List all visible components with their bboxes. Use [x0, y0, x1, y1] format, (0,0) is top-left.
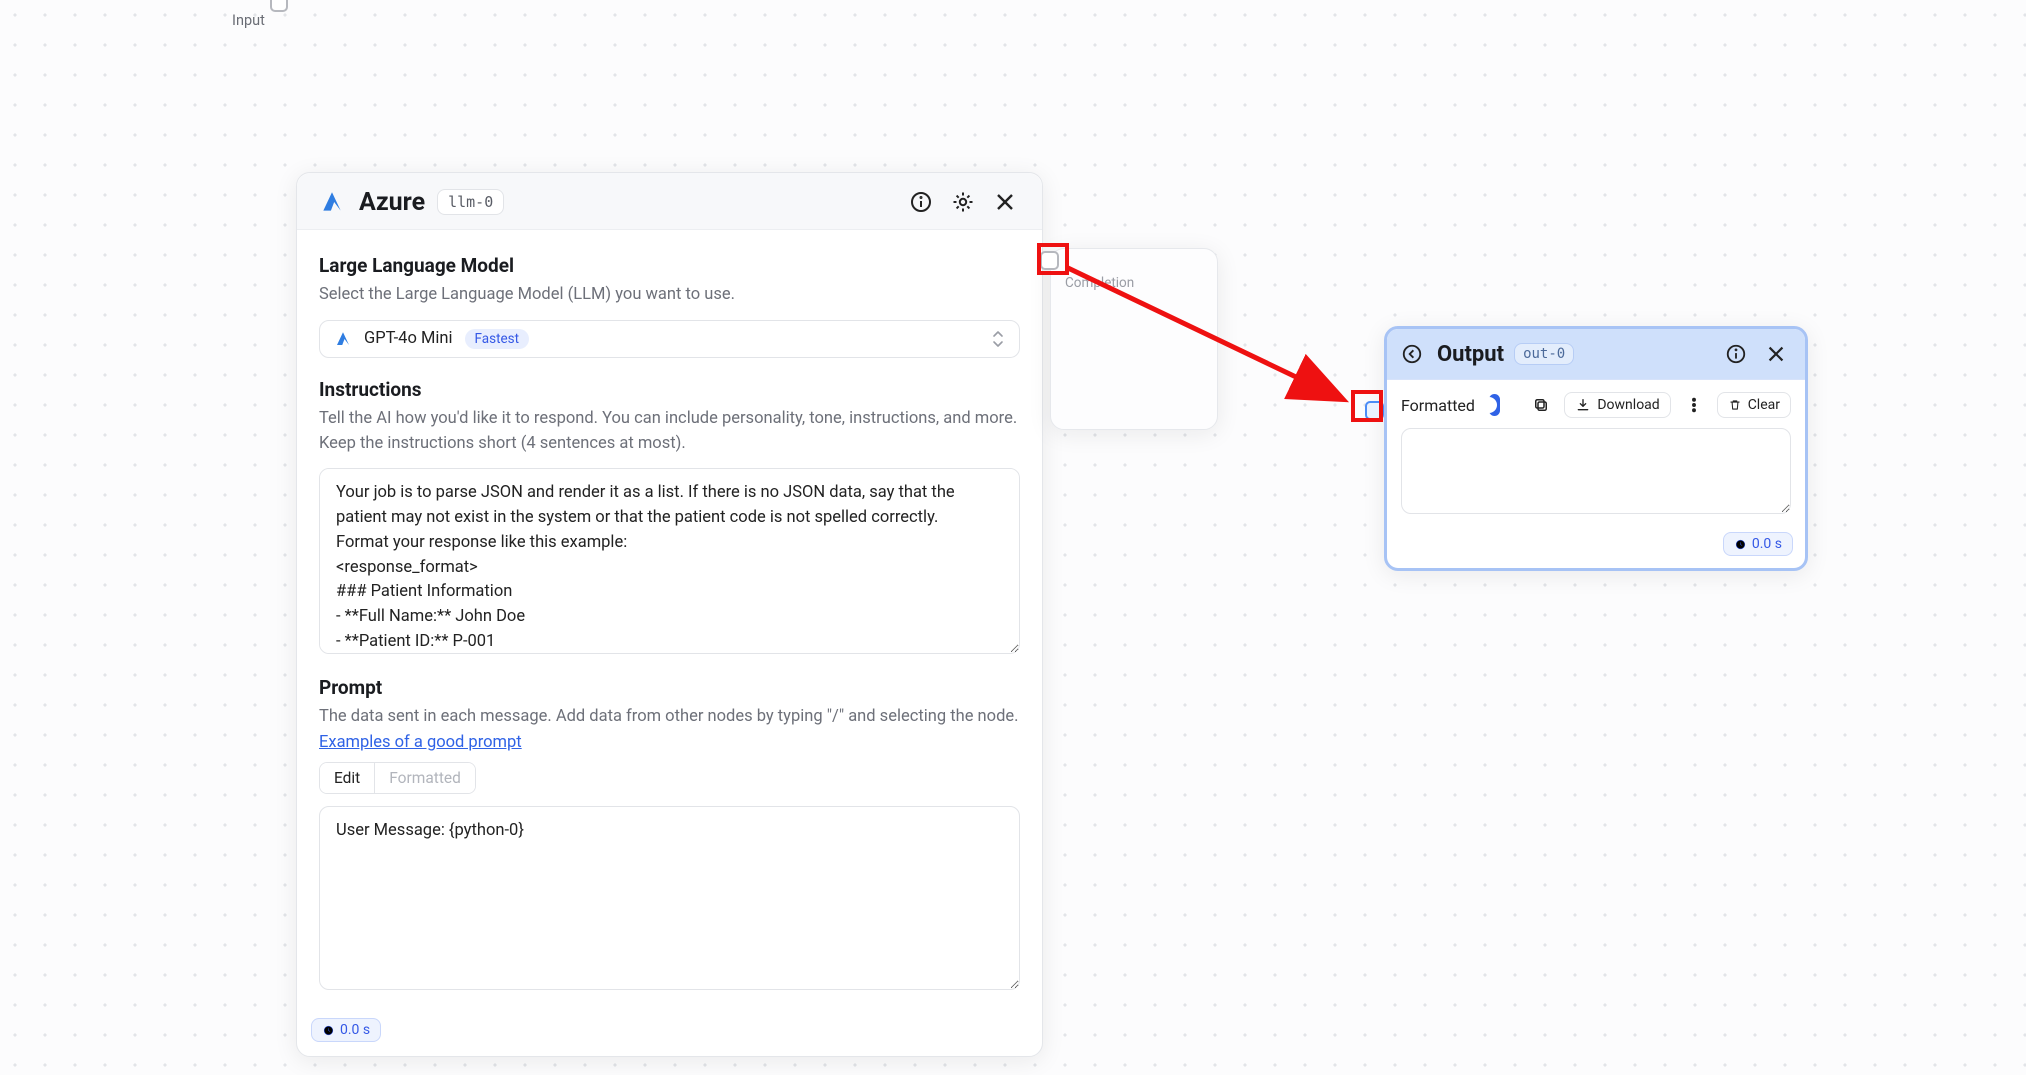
- instructions-title: Instructions: [319, 378, 1020, 401]
- azure-time-value: 0.0 s: [340, 1022, 370, 1038]
- input-output-port[interactable]: [270, 0, 288, 12]
- input-node: Input: [0, 0, 282, 80]
- llm-section-desc: Select the Large Language Model (LLM) yo…: [319, 283, 1020, 308]
- tab-formatted[interactable]: Formatted: [375, 763, 475, 793]
- more-icon[interactable]: [1685, 392, 1703, 418]
- completion-label: Completion: [1065, 275, 1134, 291]
- info-icon[interactable]: [906, 187, 936, 217]
- prompt-title: Prompt: [319, 676, 1020, 699]
- back-icon[interactable]: [1397, 339, 1427, 369]
- prompt-input[interactable]: [319, 806, 1020, 990]
- model-speed-badge: Fastest: [465, 329, 530, 349]
- instructions-desc: Tell the AI how you'd like it to respond…: [319, 407, 1020, 457]
- model-select[interactable]: GPT-4o Mini Fastest: [319, 320, 1020, 358]
- azure-node: Azure llm-0 Large Language Model Select …: [296, 172, 1043, 1057]
- output-time-badge: 0.0 s: [1723, 532, 1793, 556]
- copy-icon[interactable]: [1532, 392, 1550, 418]
- output-header: Output out-0: [1387, 329, 1805, 380]
- output-toolbar: Formatted Download Clear: [1401, 392, 1791, 418]
- azure-logo-icon: [319, 189, 345, 215]
- clear-label: Clear: [1748, 397, 1780, 413]
- azure-node-tag: llm-0: [437, 189, 504, 215]
- azure-title: Azure: [359, 188, 425, 217]
- prompt-desc: The data sent in each message. Add data …: [319, 705, 1020, 730]
- azure-time-badge: 0.0 s: [311, 1018, 381, 1042]
- close-icon[interactable]: [990, 187, 1020, 217]
- llm-section-title: Large Language Model: [319, 254, 1020, 277]
- output-time-value: 0.0 s: [1752, 536, 1782, 552]
- model-name: GPT-4o Mini: [364, 329, 453, 348]
- clear-button[interactable]: Clear: [1717, 392, 1791, 418]
- prompt-tabs: Edit Formatted: [319, 762, 476, 794]
- input-node-label: Input: [232, 12, 265, 29]
- completion-input-port[interactable]: [1040, 251, 1059, 270]
- gear-icon[interactable]: [948, 187, 978, 217]
- close-icon[interactable]: [1761, 339, 1791, 369]
- tab-edit[interactable]: Edit: [320, 763, 375, 793]
- formatted-toggle[interactable]: [1489, 394, 1500, 416]
- formatted-label: Formatted: [1401, 396, 1475, 415]
- download-button[interactable]: Download: [1564, 392, 1670, 418]
- output-title: Output: [1437, 342, 1504, 367]
- azure-header: Azure llm-0: [297, 173, 1042, 230]
- output-content[interactable]: [1401, 428, 1791, 514]
- chevron-up-down-icon: [991, 330, 1005, 348]
- azure-logo-icon: [334, 330, 352, 348]
- download-label: Download: [1597, 397, 1659, 413]
- prompt-examples-link[interactable]: Examples of a good prompt: [319, 733, 522, 752]
- output-node: Output out-0 Formatted Download: [1384, 326, 1808, 571]
- instructions-input[interactable]: [319, 468, 1020, 654]
- output-node-tag: out-0: [1514, 343, 1574, 365]
- output-input-port[interactable]: [1365, 401, 1384, 420]
- completion-node: Completion: [1050, 248, 1218, 430]
- info-icon[interactable]: [1721, 339, 1751, 369]
